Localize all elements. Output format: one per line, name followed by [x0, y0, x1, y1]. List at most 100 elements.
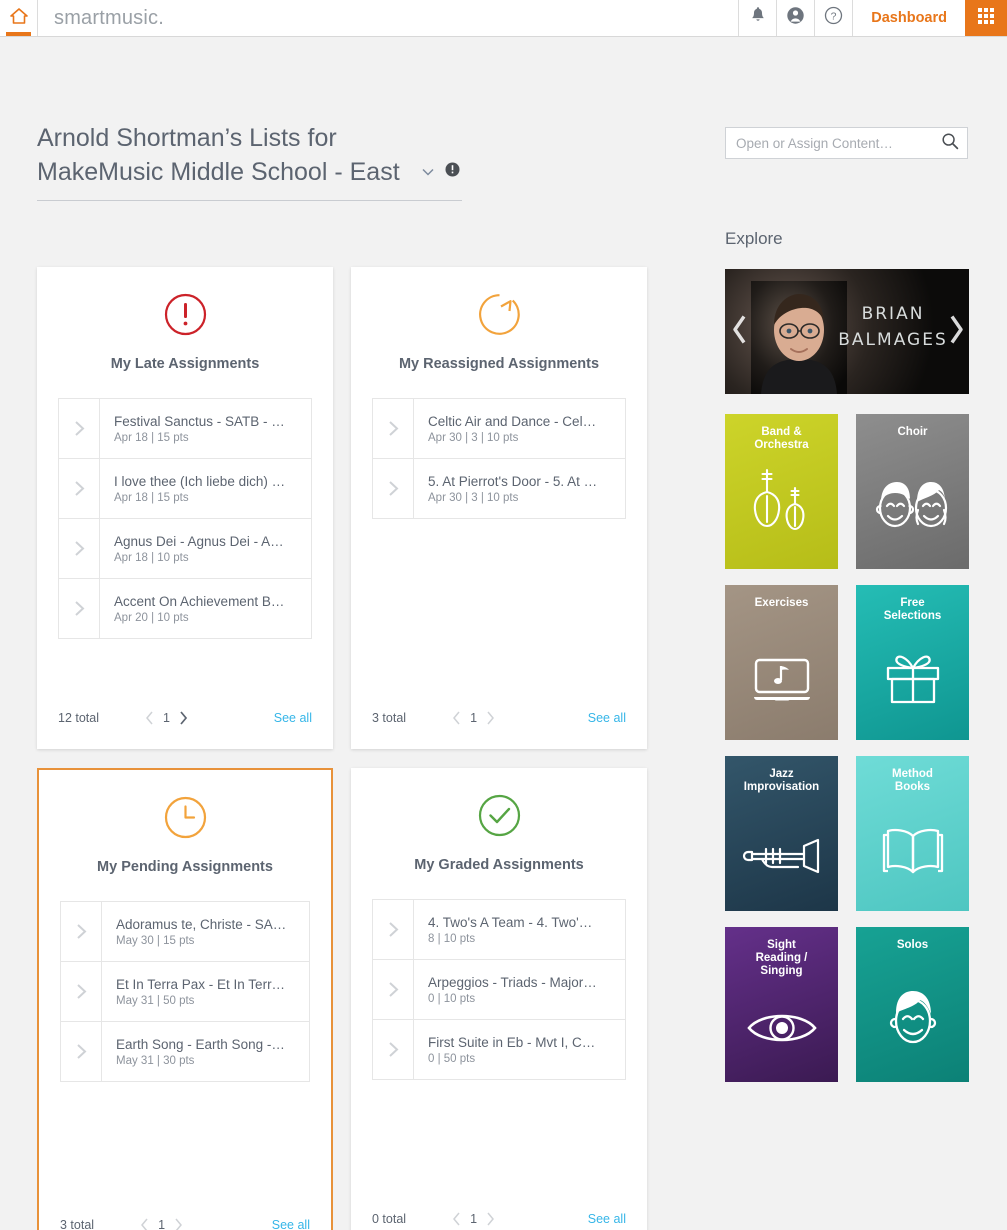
next-page-button[interactable] — [486, 1212, 495, 1226]
list-item[interactable]: Accent On Achievement B… Apr 20 | 10 pts — [59, 579, 311, 639]
chevron-right-icon — [59, 399, 100, 458]
total-count: 3 total — [372, 711, 407, 725]
list-item-title: I love thee (Ich liebe dich) … — [114, 473, 286, 489]
card-my-pending-assignments[interactable]: My Pending Assignments Adoramus te, Chri… — [37, 768, 333, 1230]
card-my-reassigned-assignments[interactable]: My Reassigned Assignments Celtic Air and… — [351, 267, 647, 749]
assignment-list: Festival Sanctus - SATB - … Apr 18 | 15 … — [58, 398, 312, 639]
tile-label: Solos — [896, 939, 929, 951]
prev-page-button[interactable] — [452, 1212, 461, 1226]
banner-name-line-1: BRIAN — [861, 304, 925, 324]
two-faces-icon — [874, 478, 952, 539]
total-count: 12 total — [58, 711, 100, 725]
card-footer: 3 total 1 See all — [39, 1194, 331, 1230]
card-icon-graded — [351, 794, 647, 842]
search-icon[interactable] — [941, 132, 959, 155]
see-all-link[interactable]: See all — [272, 1218, 310, 1230]
tile-exercises[interactable]: Exercises — [725, 585, 838, 740]
tile-solos[interactable]: Solos — [856, 927, 969, 1082]
clock-circle-icon — [164, 796, 207, 844]
reassign-refresh-circle-icon — [478, 293, 521, 341]
next-page-button[interactable] — [486, 711, 495, 725]
list-item[interactable]: Celtic Air and Dance - Cel… Apr 30 | 3 |… — [373, 399, 625, 459]
list-item-title: Earth Song - Earth Song -… — [116, 1036, 285, 1052]
card-title: My Reassigned Assignments — [398, 356, 600, 372]
apps-menu-button[interactable] — [965, 0, 1007, 36]
assignment-list: Adoramus te, Christe - SA… May 30 | 15 p… — [60, 901, 310, 1082]
list-item[interactable]: 5. At Pierrot's Door - 5. At … Apr 30 | … — [373, 459, 625, 519]
chevron-right-icon — [61, 962, 102, 1021]
list-item[interactable]: Et In Terra Pax - Et In Terr… May 31 | 5… — [61, 962, 309, 1022]
list-item-title: Celtic Air and Dance - Cel… — [428, 413, 597, 429]
tile-choir[interactable]: Choir — [856, 414, 969, 569]
help-button[interactable]: ? — [814, 0, 852, 36]
list-item[interactable]: Arpeggios - Triads - Major… 0 | 10 pts — [373, 960, 625, 1020]
list-item-meta: Apr 30 | 3 | 10 pts — [428, 431, 519, 444]
list-item-title: First Suite in Eb - Mvt I, C… — [428, 1034, 596, 1050]
chevron-right-icon — [373, 1020, 414, 1079]
dashboard-page: Arnold Shortman’s Lists for MakeMusic Mi… — [0, 37, 1007, 1230]
tile-method-books[interactable]: Method Books — [856, 756, 969, 911]
next-page-button[interactable] — [174, 1218, 183, 1230]
banner-artist-name: BRIAN BALMAGES — [823, 301, 963, 353]
trumpet-icon — [742, 836, 822, 881]
list-item[interactable]: I love thee (Ich liebe dich) … Apr 18 | … — [59, 459, 311, 519]
prev-page-button[interactable] — [452, 711, 461, 725]
content-search-box[interactable] — [725, 127, 968, 159]
brand-logo[interactable]: smartmusic. — [38, 0, 738, 36]
chevron-right-icon — [59, 459, 100, 518]
list-item-title: Accent On Achievement B… — [114, 593, 285, 609]
list-item-meta: 0 | 50 pts — [428, 1052, 476, 1065]
alert-exclamation-circle-icon — [164, 293, 207, 341]
notifications-button[interactable] — [738, 0, 776, 36]
list-item[interactable]: 4. Two's A Team - 4. Two'… 8 | 10 pts — [373, 900, 625, 960]
page-number: 1 — [163, 711, 170, 725]
list-item-title: Adoramus te, Christe - SA… — [116, 916, 287, 932]
chevron-left-icon[interactable] — [731, 314, 748, 349]
list-item[interactable]: First Suite in Eb - Mvt I, C… 0 | 50 pts — [373, 1020, 625, 1080]
list-item-meta: Apr 20 | 10 pts — [114, 611, 189, 624]
list-item[interactable]: Festival Sanctus - SATB - … Apr 18 | 15 … — [59, 399, 311, 459]
home-button[interactable] — [0, 0, 38, 36]
chevron-right-icon — [61, 1022, 102, 1081]
tile-label: Jazz Improvisation — [743, 768, 820, 793]
tile-label: Sight Reading / Singing — [755, 939, 808, 977]
list-item-meta: May 31 | 30 pts — [116, 1054, 195, 1067]
tile-jazz-improvisation[interactable]: Jazz Improvisation — [725, 756, 838, 911]
prev-page-button[interactable] — [140, 1218, 149, 1230]
tile-label: Choir — [897, 426, 928, 438]
next-page-button[interactable] — [179, 711, 188, 725]
tile-free-selections[interactable]: Free Selections — [856, 585, 969, 740]
account-button[interactable] — [776, 0, 814, 36]
prev-page-button[interactable] — [145, 711, 154, 725]
list-item[interactable]: Adoramus te, Christe - SA… May 30 | 15 p… — [61, 902, 309, 962]
assignment-list: Celtic Air and Dance - Cel… Apr 30 | 3 |… — [372, 398, 626, 519]
home-icon — [9, 7, 29, 30]
chevron-right-icon — [59, 579, 100, 638]
chevron-right-icon[interactable] — [948, 314, 965, 349]
pagination: 1 — [452, 711, 495, 725]
chevron-down-icon[interactable] — [420, 164, 436, 180]
list-item-title: Festival Sanctus - SATB - … — [114, 413, 285, 429]
search-input[interactable] — [736, 135, 941, 151]
total-count: 3 total — [60, 1218, 95, 1230]
explore-banner-carousel[interactable]: BRIAN BALMAGES — [725, 269, 969, 394]
svg-text:?: ? — [831, 11, 837, 23]
see-all-link[interactable]: See all — [588, 711, 626, 725]
list-item-meta: May 30 | 15 pts — [116, 934, 195, 947]
card-my-graded-assignments[interactable]: My Graded Assignments 4. Two's A Team - … — [351, 768, 647, 1230]
list-item-meta: May 31 | 50 pts — [116, 994, 195, 1007]
chevron-right-icon — [373, 900, 414, 959]
list-item[interactable]: Agnus Dei - Agnus Dei - A… Apr 18 | 10 p… — [59, 519, 311, 579]
see-all-link[interactable]: See all — [274, 711, 312, 725]
info-icon[interactable] — [445, 162, 460, 182]
list-item-title: Agnus Dei - Agnus Dei - A… — [114, 533, 284, 549]
see-all-link[interactable]: See all — [588, 1212, 626, 1226]
card-title: My Pending Assignments — [97, 859, 273, 875]
card-my-late-assignments[interactable]: My Late Assignments Festival Sanctus - S… — [37, 267, 333, 749]
tile-sight-reading-singing[interactable]: Sight Reading / Singing — [725, 927, 838, 1082]
check-circle-icon — [478, 794, 521, 842]
dashboard-link[interactable]: Dashboard — [852, 0, 965, 36]
tile-band-orchestra[interactable]: Band & Orchestra — [725, 414, 838, 569]
list-item-meta: Apr 18 | 15 pts — [114, 491, 189, 504]
list-item[interactable]: Earth Song - Earth Song -… May 31 | 30 p… — [61, 1022, 309, 1082]
